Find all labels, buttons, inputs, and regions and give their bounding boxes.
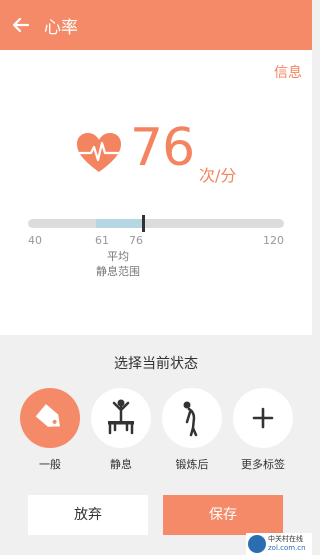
current-value-marker bbox=[142, 215, 145, 232]
app-header: 心率 bbox=[0, 0, 312, 50]
heart-rate-unit: 次/分 bbox=[199, 166, 237, 185]
status-option-general[interactable] bbox=[20, 388, 80, 448]
scale-min-label: 40 bbox=[28, 234, 42, 247]
status-prompt: 选择当前状态 bbox=[114, 356, 198, 372]
status-option-more-tags[interactable] bbox=[233, 388, 293, 448]
scale-max-label: 120 bbox=[263, 234, 284, 247]
resting-person-icon bbox=[108, 399, 134, 435]
heart-pulse-icon bbox=[77, 133, 121, 172]
back-arrow-icon[interactable] bbox=[10, 14, 32, 36]
current-value-label: 76 bbox=[129, 234, 143, 247]
heart-rate-scale-track bbox=[28, 219, 284, 228]
plus-icon bbox=[252, 407, 274, 429]
watermark-line1: 中关村在线 bbox=[268, 535, 303, 543]
watermark-logo bbox=[248, 535, 266, 553]
info-button[interactable]: 信息 bbox=[274, 62, 302, 82]
option-label-resting: 静息 bbox=[110, 458, 132, 471]
status-panel: 选择当前状态 一般 静息 锻炼后 更多标签 放弃 保存 bbox=[0, 335, 312, 555]
option-label-more-tags: 更多标签 bbox=[241, 458, 285, 471]
heart-rate-panel: 信息 76 次/分 40 61 76 120 平均 静息范围 bbox=[0, 50, 312, 335]
page-title: 心率 bbox=[44, 18, 78, 38]
option-label-after-exercise: 锻炼后 bbox=[175, 458, 209, 471]
resting-range-label: 静息范围 bbox=[96, 265, 140, 278]
cancel-button[interactable]: 放弃 bbox=[28, 495, 148, 535]
heart-rate-value: 76 bbox=[130, 118, 195, 178]
option-label-general: 一般 bbox=[39, 458, 61, 471]
status-option-resting[interactable] bbox=[91, 388, 151, 448]
resting-low-label: 61 bbox=[95, 234, 109, 247]
average-label: 平均 bbox=[107, 250, 129, 263]
bending-person-icon bbox=[183, 401, 198, 437]
resting-range-bar bbox=[96, 219, 143, 228]
watermark-line2: zol.com.cn bbox=[268, 544, 306, 552]
watermark: 中关村在线 zol.com.cn bbox=[246, 533, 312, 555]
status-option-after-exercise[interactable] bbox=[162, 388, 222, 448]
tag-icon bbox=[35, 404, 60, 427]
save-button[interactable]: 保存 bbox=[163, 495, 283, 535]
